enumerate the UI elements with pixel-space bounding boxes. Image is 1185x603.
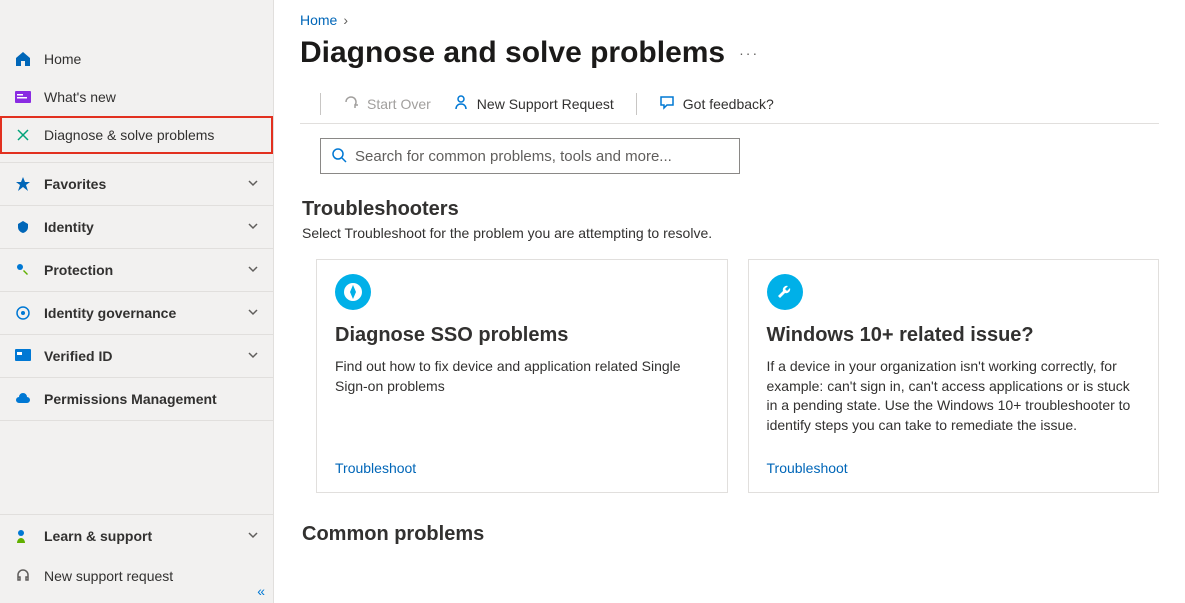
- troubleshooters-subtitle: Select Troubleshoot for the problem you …: [302, 225, 1159, 241]
- card-sso-troubleshoot-link[interactable]: Troubleshoot: [335, 460, 709, 476]
- breadcrumb: Home ›: [300, 12, 1159, 28]
- card-sso-title: Diagnose SSO problems: [335, 324, 709, 347]
- nav-diagnose-label: Diagnose & solve problems: [44, 127, 214, 143]
- nav-new-support[interactable]: New support request: [0, 557, 273, 595]
- card-win10-body: If a device in your organization isn't w…: [767, 357, 1141, 460]
- separator: [320, 93, 321, 115]
- card-sso-body: Find out how to fix device and applicati…: [335, 357, 709, 460]
- nav-section-governance-label: Identity governance: [44, 305, 176, 321]
- chevron-down-icon: [247, 219, 259, 235]
- protection-icon: [14, 261, 32, 279]
- search-box[interactable]: [320, 138, 740, 174]
- nav-section-verified[interactable]: Verified ID: [0, 334, 273, 377]
- home-icon: [14, 50, 32, 68]
- nav-home-label: Home: [44, 51, 81, 67]
- wrench-icon: [14, 126, 32, 144]
- nav-section-protection-label: Protection: [44, 262, 113, 278]
- troubleshooter-cards: Diagnose SSO problems Find out how to fi…: [316, 259, 1159, 493]
- nav-section-identity-label: Identity: [44, 219, 94, 235]
- wrench-circle-icon: [767, 274, 803, 310]
- star-icon: [14, 175, 32, 193]
- command-bar: Start Over New Support Request Got feedb…: [300, 88, 1159, 124]
- support-icon: [453, 94, 469, 113]
- chevron-down-icon: [247, 262, 259, 278]
- nav-section-permissions[interactable]: Permissions Management: [0, 377, 273, 421]
- sidebar: Home What's new Diagnose & solve problem…: [0, 0, 274, 603]
- got-feedback-button[interactable]: Got feedback?: [659, 92, 774, 115]
- chevron-down-icon: [247, 176, 259, 192]
- nav-section-learn-label: Learn & support: [44, 528, 152, 544]
- card-sso: Diagnose SSO problems Find out how to fi…: [316, 259, 728, 493]
- headset-icon: [14, 567, 32, 585]
- nav-new-support-label: New support request: [44, 568, 173, 584]
- chevron-down-icon: [247, 528, 259, 544]
- feedback-icon: [659, 94, 675, 113]
- refresh-icon: [343, 94, 359, 113]
- card-win10: Windows 10+ related issue? If a device i…: [748, 259, 1160, 493]
- cloud-icon: [14, 390, 32, 408]
- separator: [636, 93, 637, 115]
- chevron-right-icon: ›: [343, 12, 348, 28]
- nav-section-favorites[interactable]: Favorites: [0, 162, 273, 205]
- start-over-button[interactable]: Start Over: [343, 92, 431, 115]
- nav-section-permissions-label: Permissions Management: [44, 391, 217, 407]
- nav-section-verified-label: Verified ID: [44, 348, 112, 364]
- chevron-down-icon: [247, 305, 259, 321]
- whatsnew-icon: [14, 88, 32, 106]
- common-problems-title: Common problems: [302, 523, 1159, 546]
- card-win10-title: Windows 10+ related issue?: [767, 324, 1141, 347]
- search-input[interactable]: [355, 148, 729, 165]
- more-icon[interactable]: ···: [739, 45, 759, 61]
- card-win10-troubleshoot-link[interactable]: Troubleshoot: [767, 460, 1141, 476]
- nav-section-learn[interactable]: Learn & support: [0, 515, 273, 557]
- nav-home[interactable]: Home: [0, 40, 273, 78]
- chevron-down-icon: [247, 348, 259, 364]
- page-title: Diagnose and solve problems: [300, 36, 725, 70]
- search-icon: [331, 147, 347, 166]
- learn-icon: [14, 527, 32, 545]
- governance-icon: [14, 304, 32, 322]
- nav-section-governance[interactable]: Identity governance: [0, 291, 273, 334]
- nav-whatsnew[interactable]: What's new: [0, 78, 273, 116]
- compass-icon: [335, 274, 371, 310]
- nav-section-protection[interactable]: Protection: [0, 248, 273, 291]
- nav-section-favorites-label: Favorites: [44, 176, 106, 192]
- identity-icon: [14, 218, 32, 236]
- nav-diagnose[interactable]: Diagnose & solve problems: [0, 116, 273, 154]
- breadcrumb-home[interactable]: Home: [300, 12, 337, 28]
- new-support-request-button[interactable]: New Support Request: [453, 92, 614, 115]
- main-content: Home › Diagnose and solve problems ··· S…: [274, 0, 1185, 603]
- nav-whatsnew-label: What's new: [44, 89, 116, 105]
- nav-section-identity[interactable]: Identity: [0, 205, 273, 248]
- troubleshooters-title: Troubleshooters: [302, 198, 1159, 221]
- sidebar-collapse[interactable]: «: [257, 583, 265, 599]
- verified-icon: [14, 347, 32, 365]
